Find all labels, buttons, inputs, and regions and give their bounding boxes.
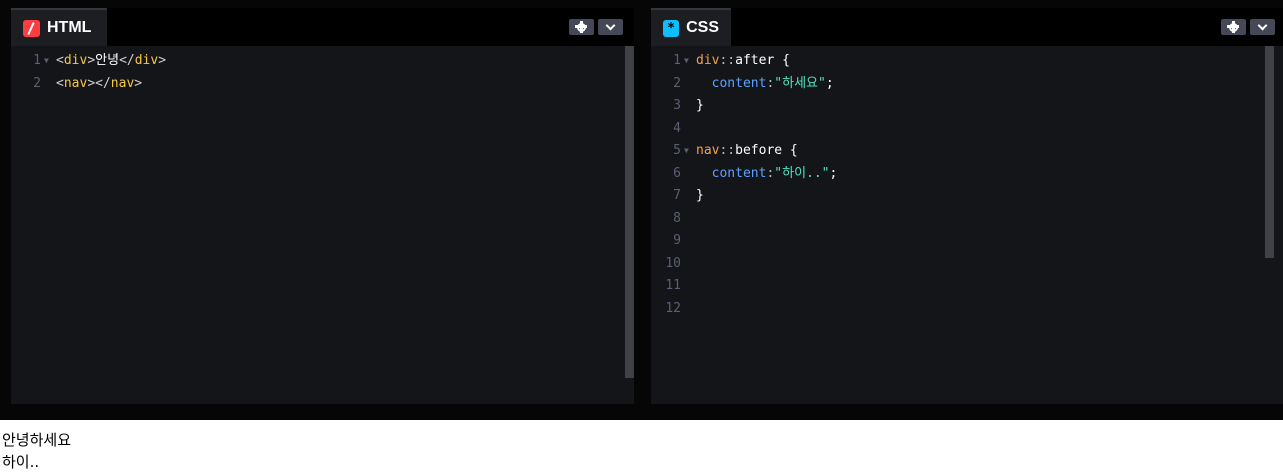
code-text: content:"하세요"; [696, 73, 834, 95]
css-pane-header: * CSS [651, 8, 1283, 46]
code-text: <nav></nav> [56, 73, 142, 95]
code-token: div [134, 53, 159, 68]
code-line[interactable]: 3} [651, 95, 1231, 117]
line-number: 11 [665, 278, 681, 293]
code-token: "하세요" [774, 75, 826, 91]
code-line[interactable]: 9 [651, 230, 1231, 252]
code-text: } [696, 185, 704, 207]
html-scrollbar[interactable] [625, 46, 634, 378]
result-line-1: 안녕하세요 [2, 431, 72, 449]
html-logo-icon [23, 19, 40, 37]
code-token: "하이.." [774, 165, 830, 181]
html-editor-pane: HTML 1 ▼ <div>안녕</div> 2 <nav></nav> [11, 8, 634, 404]
code-token: before [735, 143, 783, 158]
code-token: :: [719, 53, 736, 68]
code-line[interactable]: 2 content:"하세요"; [651, 73, 1231, 95]
chevron-down-icon [605, 20, 616, 30]
code-token: content [711, 165, 767, 181]
code-line[interactable]: 1 ▼ <div>안녕</div> [11, 50, 591, 72]
css-editor-pane: * CSS 1 ▼ div::after {2 content:"하세요"; 3} 4 5… [651, 8, 1283, 404]
tab-html-label: HTML [47, 19, 92, 36]
code-text: nav::before { [696, 140, 798, 162]
tab-css-label: CSS [686, 19, 719, 36]
code-text: <div>안녕</div> [56, 50, 166, 72]
line-number: 2 [33, 75, 41, 91]
html-settings-button[interactable] [569, 19, 594, 35]
resize-bar[interactable] [0, 404, 1283, 420]
css-collapse-button[interactable] [1250, 19, 1275, 35]
line-number: 6 [673, 165, 681, 181]
tab-html[interactable]: HTML [11, 8, 107, 46]
tab-css[interactable]: * CSS [651, 8, 731, 46]
result-line-2: 하이.. [2, 453, 40, 471]
line-number: 1 [33, 53, 41, 68]
css-settings-button[interactable] [1221, 19, 1246, 35]
html-pane-header: HTML [11, 8, 634, 46]
code-token: :: [719, 143, 736, 158]
code-token: } [696, 188, 704, 203]
fold-arrow-icon[interactable]: ▼ [44, 50, 49, 72]
line-number: 2 [673, 75, 681, 91]
css-pane-controls [1221, 19, 1275, 35]
code-token: < [56, 75, 64, 91]
code-token: 안녕 [95, 53, 120, 68]
code-token: { [774, 53, 790, 68]
code-token: > [158, 53, 167, 68]
code-token: div [696, 53, 720, 68]
code-text: } [696, 95, 704, 117]
code-text: div::after { [696, 50, 790, 72]
code-token: > [134, 75, 143, 91]
code-text: content:"하이.."; [696, 163, 838, 185]
editor-panels: HTML 1 ▼ <div>안녕</div> 2 <nav></nav> * CSS [0, 0, 1283, 404]
fold-arrow-icon[interactable]: ▼ [684, 140, 689, 162]
code-line[interactable]: 2 <nav></nav> [11, 73, 591, 95]
code-line[interactable]: 12 [651, 298, 1231, 320]
line-number: 9 [673, 233, 681, 248]
line-number: 8 [673, 210, 681, 226]
html-pane-controls [569, 19, 623, 35]
code-token: ; [825, 75, 834, 91]
line-number: 10 [665, 255, 681, 271]
code-token: content [711, 75, 767, 91]
code-token: after [735, 53, 775, 68]
result-preview: 안녕하세요 하이.. [0, 420, 1283, 474]
code-token: div [63, 53, 88, 68]
chevron-down-icon [1257, 20, 1268, 30]
code-line[interactable]: 1 ▼ div::after { [651, 50, 1231, 72]
line-number: 12 [665, 300, 681, 316]
line-number: 3 [673, 98, 681, 113]
css-logo-icon: * [663, 19, 680, 37]
code-token: nav [63, 75, 88, 91]
fold-arrow-icon[interactable]: ▼ [684, 50, 689, 72]
line-number: 4 [673, 120, 681, 136]
code-line[interactable]: 10 [651, 253, 1231, 275]
gear-icon [1227, 20, 1239, 33]
code-line[interactable]: 11 [651, 275, 1231, 297]
html-code-editor[interactable]: 1 ▼ <div>안녕</div> 2 <nav></nav> [11, 46, 634, 404]
gear-icon [575, 20, 587, 33]
line-number: 1 [673, 53, 681, 68]
code-line[interactable]: 5 ▼ nav::before { [651, 140, 1231, 162]
css-code-editor[interactable]: 1 ▼ div::after {2 content:"하세요"; 3} 4 5 ▼ nav::… [651, 46, 1283, 404]
code-line[interactable]: 6 content:"하이.."; [651, 163, 1231, 185]
html-collapse-button[interactable] [598, 19, 623, 35]
code-token: ></ [87, 75, 111, 91]
code-token: } [696, 98, 704, 113]
code-token: < [56, 53, 64, 68]
code-line[interactable]: 8 [651, 208, 1231, 230]
code-token: nav [110, 75, 135, 91]
line-number: 7 [673, 188, 681, 203]
code-token: nav [696, 143, 720, 158]
line-number: 5 [673, 143, 681, 158]
code-token: > [87, 53, 96, 68]
code-token: { [782, 143, 798, 158]
css-scrollbar[interactable] [1265, 46, 1274, 258]
code-line[interactable]: 7} [651, 185, 1231, 207]
code-token: </ [119, 53, 135, 68]
code-token: ; [829, 165, 838, 181]
code-line[interactable]: 4 [651, 118, 1231, 140]
